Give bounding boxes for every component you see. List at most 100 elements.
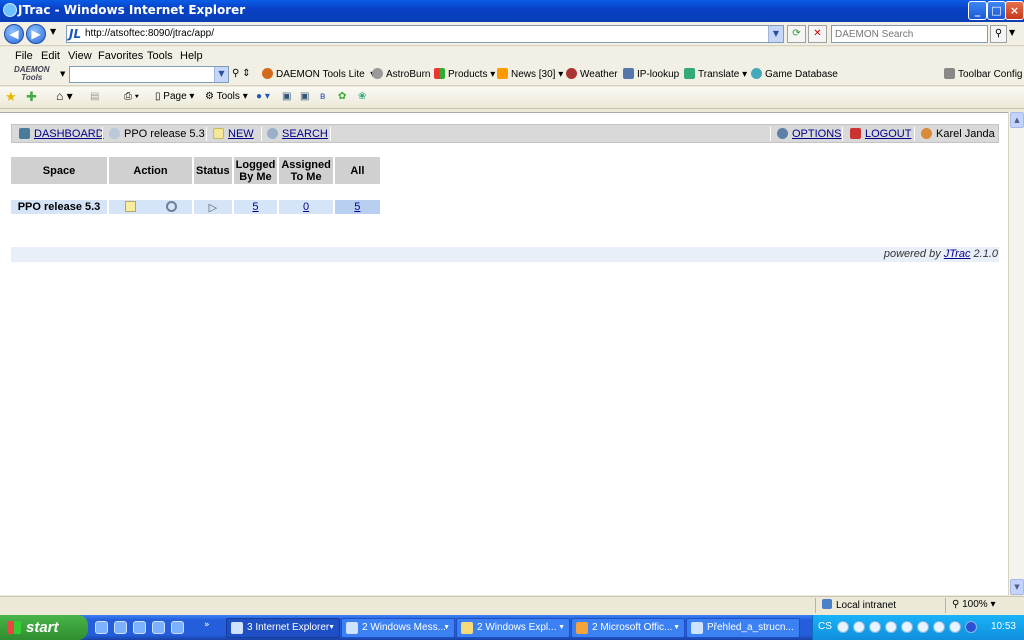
header-divider bbox=[770, 127, 771, 141]
quicklaunch-excel-icon[interactable] bbox=[171, 621, 184, 634]
scroll-up-icon[interactable]: ▲ bbox=[1010, 112, 1024, 128]
menu-edit[interactable]: Edit bbox=[41, 50, 60, 62]
task-windows-messenger[interactable]: 2 Windows Mess... ▼ bbox=[341, 618, 455, 638]
search-go-icon[interactable]: ⚲ bbox=[990, 25, 1007, 43]
vertical-scrollbar[interactable]: ▲ ▼ bbox=[1008, 112, 1024, 595]
favorites-star-icon[interactable]: ★ bbox=[5, 89, 17, 105]
help-icon[interactable]: ● ▾ bbox=[256, 91, 270, 102]
page-menu-button[interactable]: ▯ Page ▾ bbox=[155, 91, 194, 102]
menu-favorites[interactable]: Favorites bbox=[98, 50, 143, 62]
jtrac-link[interactable]: JTrac bbox=[944, 248, 971, 260]
home-icon[interactable]: ⌂ ▾ bbox=[56, 89, 73, 103]
task-microsoft-office[interactable]: 2 Microsoft Offic... ▼ bbox=[571, 618, 685, 638]
logout-link[interactable]: LOGOUT bbox=[850, 128, 911, 140]
search-input[interactable] bbox=[832, 26, 982, 42]
toolbar-ip-lookup[interactable]: IP-lookup bbox=[623, 68, 679, 80]
toolbar-news[interactable]: News [30] ▾ bbox=[497, 68, 563, 80]
toolbar-products[interactable]: Products ▾ bbox=[434, 68, 495, 80]
messenger-icon[interactable]: ▣ bbox=[300, 91, 309, 102]
stop-icon[interactable]: ✕ bbox=[808, 25, 827, 43]
all-items-link[interactable]: 5 bbox=[354, 201, 360, 213]
print-icon[interactable]: ⎙ ▾ bbox=[124, 91, 139, 102]
toolbar-config[interactable]: Toolbar Config bbox=[944, 68, 1022, 80]
history-dropdown-icon[interactable]: ▼ bbox=[50, 27, 56, 36]
search-link[interactable]: SEARCH bbox=[267, 128, 328, 140]
forward-button[interactable]: ▶ bbox=[26, 24, 46, 44]
windows-flag-icon bbox=[7, 621, 21, 634]
start-button[interactable]: start bbox=[0, 615, 88, 640]
extension-icon[interactable]: ❀ bbox=[358, 91, 366, 102]
bluetooth-tray-icon[interactable] bbox=[965, 621, 977, 633]
daemon-dropdown-icon[interactable]: ▼ bbox=[214, 67, 228, 82]
scroll-down-icon[interactable]: ▼ bbox=[1010, 579, 1024, 595]
quicklaunch-ie2-icon[interactable] bbox=[114, 621, 127, 634]
address-dropdown-icon[interactable]: ▼ bbox=[768, 26, 783, 42]
add-favorites-icon[interactable]: ✚ bbox=[26, 89, 37, 105]
search-icon[interactable] bbox=[165, 201, 177, 212]
quicklaunch-expand-icon[interactable]: » bbox=[204, 620, 210, 630]
display-tray-icon[interactable] bbox=[901, 621, 913, 633]
menu-file[interactable]: File bbox=[15, 50, 33, 62]
back-button[interactable]: ◀ bbox=[4, 24, 24, 44]
task-windows-explorer[interactable]: 2 Windows Expl... ▼ bbox=[456, 618, 570, 638]
dashboard-link[interactable]: DASHBOARD bbox=[19, 128, 104, 140]
play-icon[interactable]: ▷ bbox=[209, 202, 217, 214]
daemon-search-icon[interactable]: ⚲ ⇕ bbox=[232, 68, 250, 79]
products-icon bbox=[434, 68, 445, 79]
header-divider bbox=[914, 127, 915, 141]
toolbar-daemon-tools-lite[interactable]: DAEMON Tools Lite ▾ bbox=[262, 68, 375, 80]
minimize-button[interactable]: _ bbox=[968, 1, 987, 20]
menu-tools[interactable]: Tools bbox=[147, 50, 173, 62]
feeds-icon[interactable]: ▤ bbox=[90, 91, 99, 102]
quicklaunch-ie-icon[interactable] bbox=[95, 621, 108, 634]
new-item-icon[interactable] bbox=[124, 201, 136, 212]
address-field[interactable]: JL http://atsoftec:8090/jtrac/app/ ▼ bbox=[66, 25, 784, 43]
col-space: Space bbox=[11, 157, 107, 184]
new-item-link[interactable]: NEW bbox=[213, 128, 254, 140]
menu-view[interactable]: View bbox=[68, 50, 92, 62]
options-gear-icon bbox=[777, 128, 788, 139]
help-tray-icon[interactable] bbox=[837, 621, 849, 633]
tools-menu-button[interactable]: ⚙ Tools ▾ bbox=[205, 91, 248, 102]
ie-tray-icon[interactable] bbox=[885, 621, 897, 633]
jtrac-favicon-icon: JL bbox=[69, 27, 82, 41]
toolbar-weather[interactable]: Weather bbox=[566, 68, 618, 80]
folder-task-icon bbox=[461, 622, 473, 634]
daemon-menu-icon[interactable]: ▼ bbox=[60, 70, 65, 78]
close-button[interactable]: × bbox=[1005, 1, 1024, 20]
task-group-arrow-icon: ▼ bbox=[443, 624, 450, 631]
addon-icon[interactable]: ✿ bbox=[338, 91, 346, 102]
toolbar-astroburn[interactable]: AstroBurn bbox=[372, 68, 430, 80]
task-document[interactable]: Přehled_a_strucn... bbox=[686, 618, 800, 638]
col-all: All bbox=[334, 157, 380, 184]
network-tray-icon[interactable] bbox=[869, 621, 881, 633]
research-icon[interactable]: ▣ bbox=[282, 91, 291, 102]
volume-tray-icon[interactable] bbox=[949, 621, 961, 633]
toolbar-game-database[interactable]: Game Database bbox=[751, 68, 838, 80]
zoom-level[interactable]: ⚲ 100% ▾ bbox=[952, 599, 996, 610]
messenger-tray-icon[interactable] bbox=[853, 621, 865, 633]
options-link[interactable]: OPTIONS bbox=[777, 128, 842, 140]
daemon-tray-icon[interactable] bbox=[933, 621, 945, 633]
row-space-name: PPO release 5.3 bbox=[11, 200, 107, 214]
antivirus-tray-icon[interactable] bbox=[917, 621, 929, 633]
daemon-search-input[interactable]: ▼ bbox=[69, 66, 229, 83]
bluetooth-icon[interactable]: ʙ bbox=[320, 91, 325, 102]
search-field[interactable] bbox=[831, 25, 988, 43]
assigned-to-me-link[interactable]: 0 bbox=[303, 201, 309, 213]
task-group-arrow-icon: ▼ bbox=[673, 624, 680, 631]
logged-by-me-link[interactable]: 5 bbox=[252, 201, 258, 213]
row-status: ▷ bbox=[194, 200, 232, 214]
toolbar-translate[interactable]: Translate ▾ bbox=[684, 68, 747, 80]
language-indicator[interactable]: CS bbox=[818, 621, 832, 632]
menu-help[interactable]: Help bbox=[180, 50, 203, 62]
office-task-icon bbox=[576, 622, 588, 634]
quicklaunch-messenger-icon[interactable] bbox=[133, 621, 146, 634]
document-task-icon bbox=[691, 622, 703, 634]
quicklaunch-word-icon[interactable] bbox=[152, 621, 165, 634]
task-internet-explorer[interactable]: 3 Internet Explorer ▼ bbox=[226, 618, 340, 638]
space-icon bbox=[109, 128, 120, 139]
maximize-button[interactable]: □ bbox=[987, 1, 1006, 20]
search-options-icon[interactable]: ▼ bbox=[1009, 28, 1015, 37]
refresh-icon[interactable]: ⟳ bbox=[787, 25, 806, 43]
